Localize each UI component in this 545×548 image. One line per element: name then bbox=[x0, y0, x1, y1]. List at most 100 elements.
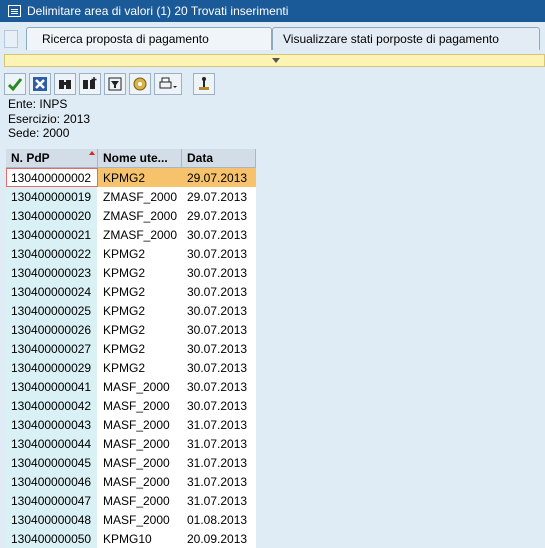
tab-ricerca-proposta[interactable]: Ricerca proposta di pagamento bbox=[26, 27, 272, 50]
cell-nome-utente[interactable]: MASF_2000 bbox=[98, 510, 182, 529]
cell-npdp[interactable]: 130400000022 bbox=[6, 244, 98, 263]
cell-data[interactable]: 31.07.2013 bbox=[182, 415, 256, 434]
cell-nome-utente[interactable]: KPMG2 bbox=[98, 358, 182, 377]
cell-nome-utente[interactable]: KPMG2 bbox=[98, 320, 182, 339]
cell-npdp[interactable]: 130400000019 bbox=[6, 187, 98, 206]
table-row[interactable]: 130400000048 MASF_2000 01.08.2013 bbox=[6, 510, 256, 529]
cell-npdp[interactable]: 130400000002 bbox=[6, 168, 98, 187]
cell-npdp[interactable]: 130400000029 bbox=[6, 358, 98, 377]
cell-npdp[interactable]: 130400000041 bbox=[6, 377, 98, 396]
cell-nome-utente[interactable]: MASF_2000 bbox=[98, 453, 182, 472]
window-menu-icon[interactable] bbox=[8, 5, 21, 17]
column-header-nome-utente[interactable]: Nome ute... bbox=[98, 149, 182, 167]
table-row[interactable]: 130400000050 KPMG10 20.09.2013 bbox=[6, 529, 256, 548]
cell-npdp[interactable]: 130400000045 bbox=[6, 453, 98, 472]
cell-data[interactable]: 30.07.2013 bbox=[182, 244, 256, 263]
cell-data[interactable]: 29.07.2013 bbox=[182, 206, 256, 225]
column-header-npdp[interactable]: N. PdP bbox=[6, 149, 98, 167]
tab-visualizzare-stati[interactable]: Visualizzare stati porposte di pagamento bbox=[272, 27, 540, 50]
column-header-label: Data bbox=[187, 151, 214, 165]
table-row[interactable]: 130400000025 KPMG2 30.07.2013 bbox=[6, 301, 256, 320]
cell-npdp[interactable]: 130400000043 bbox=[6, 415, 98, 434]
tab-scroll-left-button[interactable] bbox=[4, 30, 18, 48]
cell-data[interactable]: 01.08.2013 bbox=[182, 510, 256, 529]
cell-data[interactable]: 20.09.2013 bbox=[182, 529, 256, 548]
cell-nome-utente[interactable]: ZMASF_2000 bbox=[98, 187, 182, 206]
table-row[interactable]: 130400000020 ZMASF_2000 29.07.2013 bbox=[6, 206, 256, 225]
find-next-button[interactable] bbox=[79, 73, 101, 95]
cell-data[interactable]: 29.07.2013 bbox=[182, 187, 256, 206]
cell-npdp[interactable]: 130400000023 bbox=[6, 263, 98, 282]
grid-header: N. PdP Nome ute... Data bbox=[6, 149, 256, 168]
column-header-label: N. PdP bbox=[11, 151, 50, 165]
check-button[interactable] bbox=[4, 73, 26, 95]
cell-npdp[interactable]: 130400000027 bbox=[6, 339, 98, 358]
cell-npdp[interactable]: 130400000048 bbox=[6, 510, 98, 529]
personalize-button[interactable] bbox=[193, 73, 215, 95]
cell-npdp[interactable]: 130400000050 bbox=[6, 529, 98, 548]
cell-data[interactable]: 30.07.2013 bbox=[182, 225, 256, 244]
cell-data[interactable]: 30.07.2013 bbox=[182, 320, 256, 339]
cell-data[interactable]: 30.07.2013 bbox=[182, 263, 256, 282]
cell-nome-utente[interactable]: KPMG2 bbox=[98, 244, 182, 263]
table-row[interactable]: 130400000019 ZMASF_2000 29.07.2013 bbox=[6, 187, 256, 206]
cell-data[interactable]: 30.07.2013 bbox=[182, 301, 256, 320]
cell-data[interactable]: 30.07.2013 bbox=[182, 377, 256, 396]
cell-nome-utente[interactable]: MASF_2000 bbox=[98, 434, 182, 453]
table-row[interactable]: 130400000026 KPMG2 30.07.2013 bbox=[6, 320, 256, 339]
print-button[interactable] bbox=[154, 73, 182, 95]
cancel-button[interactable] bbox=[29, 73, 51, 95]
find-button[interactable] bbox=[54, 73, 76, 95]
cell-npdp[interactable]: 130400000026 bbox=[6, 320, 98, 339]
cell-data[interactable]: 30.07.2013 bbox=[182, 358, 256, 377]
cell-nome-utente[interactable]: MASF_2000 bbox=[98, 396, 182, 415]
table-row[interactable]: 130400000045 MASF_2000 31.07.2013 bbox=[6, 453, 256, 472]
table-row[interactable]: 130400000027 KPMG2 30.07.2013 bbox=[6, 339, 256, 358]
table-row[interactable]: 130400000024 KPMG2 30.07.2013 bbox=[6, 282, 256, 301]
cell-data[interactable]: 31.07.2013 bbox=[182, 434, 256, 453]
table-row[interactable]: 130400000023 KPMG2 30.07.2013 bbox=[6, 263, 256, 282]
cell-npdp[interactable]: 130400000042 bbox=[6, 396, 98, 415]
table-row[interactable]: 130400000044 MASF_2000 31.07.2013 bbox=[6, 434, 256, 453]
cell-data[interactable]: 30.07.2013 bbox=[182, 282, 256, 301]
cell-nome-utente[interactable]: MASF_2000 bbox=[98, 472, 182, 491]
toolbar bbox=[4, 73, 215, 97]
cell-nome-utente[interactable]: KPMG2 bbox=[98, 263, 182, 282]
table-row[interactable]: 130400000021 ZMASF_2000 30.07.2013 bbox=[6, 225, 256, 244]
cell-nome-utente[interactable]: KPMG10 bbox=[98, 529, 182, 548]
filter-button[interactable] bbox=[104, 73, 126, 95]
cell-npdp[interactable]: 130400000046 bbox=[6, 472, 98, 491]
cell-npdp[interactable]: 130400000047 bbox=[6, 491, 98, 510]
cell-nome-utente[interactable]: ZMASF_2000 bbox=[98, 225, 182, 244]
cell-data[interactable]: 30.07.2013 bbox=[182, 396, 256, 415]
cell-npdp[interactable]: 130400000020 bbox=[6, 206, 98, 225]
restrictions-toggle-bar[interactable] bbox=[4, 54, 545, 67]
settings-button[interactable] bbox=[129, 73, 151, 95]
cell-nome-utente[interactable]: MASF_2000 bbox=[98, 415, 182, 434]
column-header-data[interactable]: Data bbox=[182, 149, 256, 167]
cell-nome-utente[interactable]: KPMG2 bbox=[98, 339, 182, 358]
cell-data[interactable]: 29.07.2013 bbox=[182, 168, 256, 187]
cell-data[interactable]: 31.07.2013 bbox=[182, 453, 256, 472]
cell-data[interactable]: 30.07.2013 bbox=[182, 339, 256, 358]
cell-npdp[interactable]: 130400000024 bbox=[6, 282, 98, 301]
cell-npdp[interactable]: 130400000044 bbox=[6, 434, 98, 453]
cell-nome-utente[interactable]: KPMG2 bbox=[98, 168, 182, 187]
table-row[interactable]: 130400000042 MASF_2000 30.07.2013 bbox=[6, 396, 256, 415]
table-row[interactable]: 130400000043 MASF_2000 31.07.2013 bbox=[6, 415, 256, 434]
table-row[interactable]: 130400000047 MASF_2000 31.07.2013 bbox=[6, 491, 256, 510]
cell-nome-utente[interactable]: MASF_2000 bbox=[98, 377, 182, 396]
cell-nome-utente[interactable]: ZMASF_2000 bbox=[98, 206, 182, 225]
table-row[interactable]: 130400000041 MASF_2000 30.07.2013 bbox=[6, 377, 256, 396]
cell-nome-utente[interactable]: KPMG2 bbox=[98, 282, 182, 301]
cell-nome-utente[interactable]: KPMG2 bbox=[98, 301, 182, 320]
cell-data[interactable]: 31.07.2013 bbox=[182, 472, 256, 491]
table-row[interactable]: 130400000029 KPMG2 30.07.2013 bbox=[6, 358, 256, 377]
cell-data[interactable]: 31.07.2013 bbox=[182, 491, 256, 510]
table-row[interactable]: 130400000022 KPMG2 30.07.2013 bbox=[6, 244, 256, 263]
cell-npdp[interactable]: 130400000021 bbox=[6, 225, 98, 244]
table-row[interactable]: 130400000002 KPMG2 29.07.2013 bbox=[6, 168, 256, 187]
table-row[interactable]: 130400000046 MASF_2000 31.07.2013 bbox=[6, 472, 256, 491]
cell-npdp[interactable]: 130400000025 bbox=[6, 301, 98, 320]
cell-nome-utente[interactable]: MASF_2000 bbox=[98, 491, 182, 510]
